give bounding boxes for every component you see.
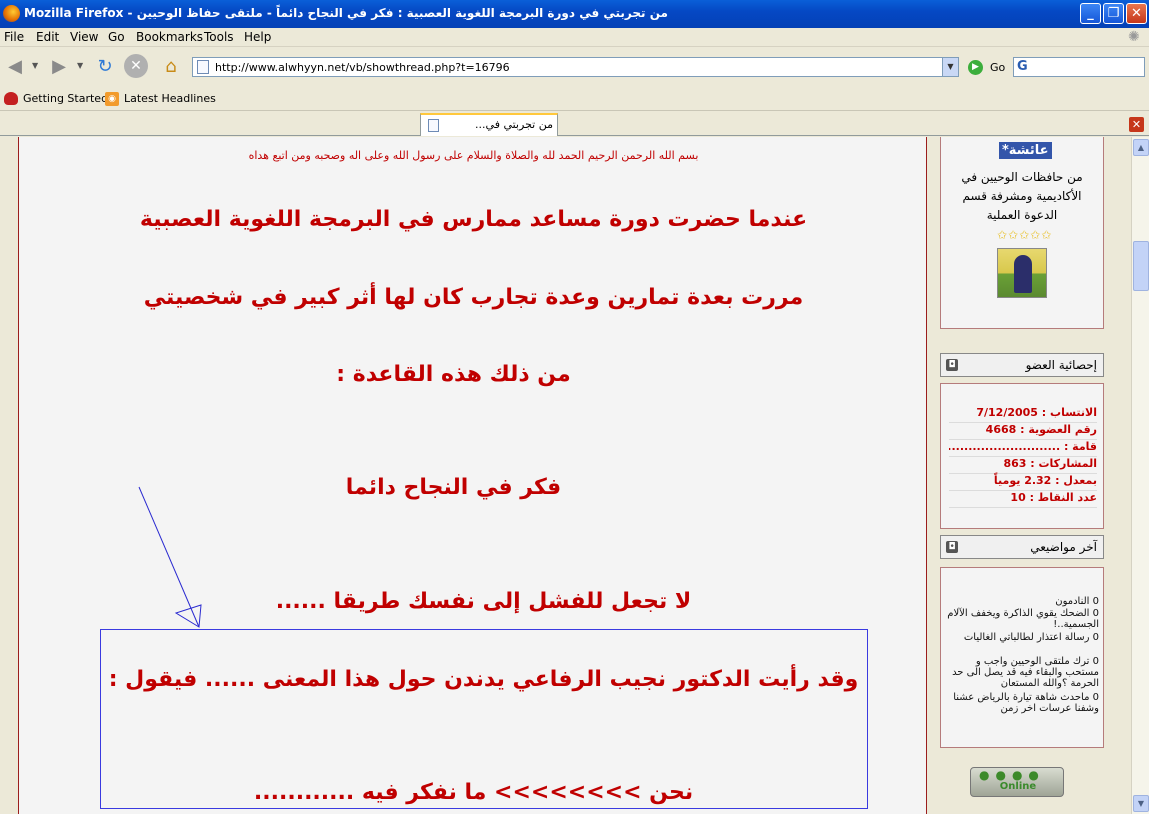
- rank-stars: ✩✩✩✩✩: [997, 228, 1053, 242]
- stat-location: قامة : .................................…: [949, 440, 1097, 457]
- menu-view[interactable]: View: [70, 30, 98, 44]
- online-label: Online: [999, 781, 1037, 792]
- url-input[interactable]: [215, 59, 935, 75]
- post-body: بسم الله الرحمن الرحيم الحمد لله والصلاة…: [18, 137, 927, 814]
- online-dots-icon: ●●●●: [979, 768, 1045, 782]
- arrow-annotation: [138, 486, 202, 628]
- collapse-icon[interactable]: ◘: [946, 541, 958, 553]
- back-button[interactable]: ◀: [2, 54, 28, 80]
- scroll-thumb[interactable]: [1133, 241, 1149, 291]
- menu-help[interactable]: Help: [244, 30, 271, 44]
- post-line: عندما حضرت دورة مساعد ممارس في البرمجة ا…: [139, 207, 808, 232]
- menu-file[interactable]: File: [4, 30, 24, 44]
- scroll-down-icon[interactable]: ▼: [1133, 795, 1149, 812]
- tab-label: من تجربتي في...: [475, 118, 553, 131]
- forward-history-dropdown-icon[interactable]: ▼: [77, 61, 83, 70]
- google-search-icon[interactable]: G: [1017, 59, 1028, 74]
- navigation-toolbar: ◀ ▼ ▶ ▼ ↻ ✕ ⌂ ▼ ▶ Go G: [0, 48, 1149, 86]
- go-icon[interactable]: ▶: [968, 60, 983, 75]
- stat-rate: بمعدل : 2.32 يومياً: [949, 474, 1097, 491]
- stat-member-id: رقم العضوية : 4668: [949, 423, 1097, 440]
- collapse-icon[interactable]: ◘: [946, 359, 958, 371]
- post-line: مررت بعدة تمارين وعدة تجارب كان لها أثر …: [143, 285, 804, 310]
- user-title: من حافظات الوحيين في الأكاديمية ومشرفة ق…: [961, 170, 1083, 222]
- go-button[interactable]: Go: [990, 61, 1005, 74]
- throbber-icon: ✺: [1128, 29, 1140, 45]
- user-info-panel: عائشة* من حافظات الوحيين في الأكاديمية و…: [940, 137, 1104, 329]
- page-icon: [197, 60, 209, 74]
- online-status-badge: ●●●● Online: [970, 767, 1064, 797]
- avatar-figure: [1014, 255, 1032, 293]
- getting-started-icon: [4, 92, 18, 105]
- stats-panel-header: ◘ إحصائية العضو: [940, 353, 1104, 377]
- forward-button[interactable]: ▶: [46, 54, 72, 80]
- minimize-button[interactable]: _: [1080, 3, 1101, 24]
- address-bar[interactable]: ▼: [192, 57, 959, 77]
- menu-bar: File Edit View Go Bookmarks Tools Help ✺: [0, 28, 1149, 47]
- topic-link[interactable]: 0 رسالة اعتذار لطالباتي الغاليات: [947, 632, 1099, 643]
- maximize-button[interactable]: ❐: [1103, 3, 1124, 24]
- stats-panel: الانتساب : 7/12/2005 رقم العضوية : 4668 …: [940, 383, 1104, 529]
- back-history-dropdown-icon[interactable]: ▼: [32, 61, 38, 70]
- user-sidebar: عائشة* من حافظات الوحيين في الأكاديمية و…: [928, 137, 1131, 814]
- tab-bar: من تجربتي في... ✕: [0, 112, 1149, 136]
- window-title-bar: من تجربتي في دورة البرمجة اللغوية العصبي…: [0, 0, 1149, 28]
- scroll-up-icon[interactable]: ▲: [1133, 139, 1149, 156]
- close-window-button[interactable]: ✕: [1126, 3, 1147, 24]
- home-button[interactable]: ⌂: [158, 54, 184, 80]
- stop-button[interactable]: ✕: [124, 54, 148, 78]
- menu-bookmarks[interactable]: Bookmarks: [136, 30, 203, 44]
- page-content: بسم الله الرحمن الرحيم الحمد لله والصلاة…: [0, 137, 1131, 814]
- bookmark-latest-headlines[interactable]: Latest Headlines: [124, 92, 216, 105]
- menu-go[interactable]: Go: [108, 30, 125, 44]
- stat-posts: المشاركات : 863: [949, 457, 1097, 474]
- bookmark-getting-started[interactable]: Getting Started: [23, 92, 108, 105]
- topic-link[interactable]: 0 النادمون: [947, 596, 1099, 607]
- avatar: [997, 248, 1047, 298]
- rss-feed-icon: ◉: [105, 92, 119, 106]
- recent-topics-panel: 0 النادمون 0 الضحك يقوي الذاكرة ويخفف ال…: [940, 567, 1104, 748]
- topics-panel-title: آخر مواضيعي: [1030, 540, 1097, 554]
- url-dropdown-icon[interactable]: ▼: [942, 58, 958, 76]
- page-icon: [428, 119, 439, 132]
- topic-link[interactable]: 0 الضحك يقوي الذاكرة ويخفف الآلام الجسمي…: [947, 608, 1099, 630]
- post-bismillah: بسم الله الرحمن الرحيم الحمد لله والصلاة…: [248, 149, 699, 162]
- topics-panel-header: ◘ آخر مواضيعي: [940, 535, 1104, 559]
- menu-tools[interactable]: Tools: [204, 30, 234, 44]
- reload-button[interactable]: ↻: [92, 54, 118, 80]
- post-line: من ذلك هذه القاعدة :: [336, 362, 571, 387]
- firefox-icon: [3, 5, 20, 22]
- bookmarks-toolbar: Getting Started ◉ Latest Headlines: [0, 87, 1149, 111]
- search-input[interactable]: G: [1013, 57, 1145, 77]
- stat-join-date: الانتساب : 7/12/2005: [949, 406, 1097, 423]
- stat-points: عدد النقاط : 10: [949, 491, 1097, 508]
- tab-current[interactable]: من تجربتي في...: [420, 113, 558, 136]
- post-line: وقد رأيت الدكتور نجيب الرفاعي يدندن حول …: [108, 667, 859, 692]
- menu-edit[interactable]: Edit: [36, 30, 59, 44]
- topic-link[interactable]: 0 ترك ملتقى الوحيين واجب و مستحب والبقاء…: [947, 656, 1099, 689]
- username[interactable]: عائشة*: [999, 142, 1052, 159]
- close-tab-icon[interactable]: ✕: [1129, 117, 1144, 132]
- vertical-scrollbar[interactable]: ▲ ▼: [1131, 137, 1149, 814]
- topic-link[interactable]: 0 ماحدث شاهة تيارة بالرياض عشنا وشفنا عر…: [947, 692, 1099, 714]
- post-line: نحن >>>>>>>> ما نفكر فيه ............: [253, 780, 694, 805]
- window-title: من تجربتي في دورة البرمجة اللغوية العصبي…: [24, 6, 668, 20]
- stats-panel-title: إحصائية العضو: [1025, 358, 1097, 372]
